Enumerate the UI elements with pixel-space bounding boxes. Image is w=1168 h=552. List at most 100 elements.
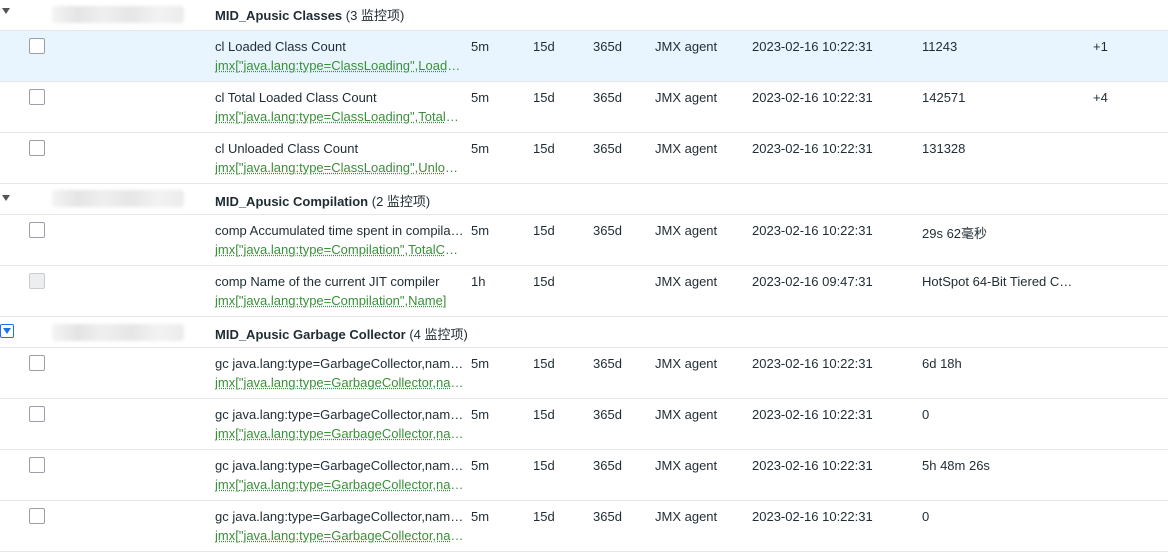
row-checkbox[interactable] bbox=[29, 38, 45, 54]
group-header: MID_Apusic Compilation (2 监控项) bbox=[0, 184, 1168, 215]
item-last-check: 2023-02-16 10:22:31 bbox=[752, 509, 873, 524]
item-key[interactable]: jmx["java.lang:type=GarbageCollector,nam… bbox=[215, 426, 465, 441]
item-key[interactable]: jmx["java.lang:type=GarbageCollector,nam… bbox=[215, 375, 465, 390]
item-change: +4 bbox=[1093, 90, 1108, 105]
group-title: MID_Apusic Classes (3 监控项) bbox=[215, 5, 404, 24]
item-last-check: 2023-02-16 10:22:31 bbox=[752, 356, 873, 371]
table-row[interactable]: comp Accumulated time spent in compilati… bbox=[0, 215, 1168, 266]
item-trends: 365d bbox=[593, 223, 622, 238]
item-trends: 365d bbox=[593, 39, 622, 54]
item-name[interactable]: comp Accumulated time spent in compilati… bbox=[215, 223, 465, 238]
item-last-check: 2023-02-16 10:22:31 bbox=[752, 39, 873, 54]
group-title: MID_Apusic Garbage Collector (4 监控项) bbox=[215, 324, 468, 343]
table-row[interactable]: comp Name of the current JIT compiler jm… bbox=[0, 266, 1168, 317]
table-row[interactable]: gc java.lang:type=GarbageCollector,name=… bbox=[0, 399, 1168, 450]
row-checkbox[interactable] bbox=[29, 140, 45, 156]
item-trends: 365d bbox=[593, 141, 622, 156]
item-last-check: 2023-02-16 09:47:31 bbox=[752, 274, 873, 289]
item-type: JMX agent bbox=[655, 223, 718, 238]
group-name: MID_Apusic Classes bbox=[215, 8, 343, 23]
item-key[interactable]: jmx["java.lang:type=ClassLoading",Unload… bbox=[215, 160, 465, 175]
table-row[interactable]: cl Loaded Class Count jmx["java.lang:typ… bbox=[0, 31, 1168, 82]
group-title: MID_Apusic Compilation (2 监控项) bbox=[215, 191, 430, 210]
item-name[interactable]: gc java.lang:type=GarbageCollector,name=… bbox=[215, 458, 465, 473]
collapse-toggle-button[interactable] bbox=[0, 324, 14, 338]
item-key[interactable]: jmx["java.lang:type=ClassLoading",Loaded… bbox=[215, 58, 465, 73]
item-interval: 5m bbox=[471, 458, 490, 473]
item-key[interactable]: jmx["java.lang:type=GarbageCollector,nam… bbox=[215, 528, 465, 543]
item-name[interactable]: gc java.lang:type=GarbageCollector,name=… bbox=[215, 356, 465, 371]
item-name[interactable]: cl Total Loaded Class Count bbox=[215, 90, 465, 105]
item-key[interactable]: jmx["java.lang:type=Compilation",TotalCo… bbox=[215, 242, 465, 257]
item-history: 15d bbox=[533, 356, 555, 371]
item-name[interactable]: gc java.lang:type=GarbageCollector,name=… bbox=[215, 407, 465, 422]
item-interval: 5m bbox=[471, 407, 490, 422]
group-name: MID_Apusic Compilation bbox=[215, 194, 369, 209]
collapse-arrow-icon bbox=[3, 328, 11, 334]
latest-data-table: MID_Apusic Classes (3 监控项) cl Loaded Cla… bbox=[0, 0, 1168, 552]
item-last-value: 11243 bbox=[922, 39, 958, 54]
item-name[interactable]: comp Name of the current JIT compiler bbox=[215, 274, 465, 289]
row-checkbox[interactable] bbox=[29, 355, 45, 371]
item-type: JMX agent bbox=[655, 274, 718, 289]
item-trends: 365d bbox=[593, 90, 622, 105]
collapse-arrow-icon[interactable] bbox=[2, 195, 10, 201]
item-key[interactable]: jmx["java.lang:type=GarbageCollector,nam… bbox=[215, 477, 465, 492]
item-history: 15d bbox=[533, 509, 555, 524]
collapse-arrow-icon[interactable] bbox=[2, 8, 10, 14]
table-row[interactable]: cl Total Loaded Class Count jmx["java.la… bbox=[0, 82, 1168, 133]
item-type: JMX agent bbox=[655, 39, 718, 54]
host-name-blurred bbox=[52, 6, 184, 23]
item-last-value: HotSpot 64-Bit Tiered Compilers bbox=[922, 274, 1078, 289]
group-header: MID_Apusic Classes (3 监控项) bbox=[0, 0, 1168, 31]
item-interval: 5m bbox=[471, 90, 490, 105]
item-history: 15d bbox=[533, 274, 555, 289]
item-last-value: 142571 bbox=[922, 90, 966, 105]
item-interval: 5m bbox=[471, 223, 490, 238]
item-last-check: 2023-02-16 10:22:31 bbox=[752, 223, 873, 238]
item-history: 15d bbox=[533, 141, 555, 156]
row-checkbox[interactable] bbox=[29, 222, 45, 238]
host-name-blurred bbox=[52, 190, 184, 207]
item-name[interactable]: cl Loaded Class Count bbox=[215, 39, 465, 54]
group-header: MID_Apusic Garbage Collector (4 监控项) bbox=[0, 317, 1168, 348]
group-count: (4 监控项) bbox=[409, 327, 468, 342]
item-interval: 5m bbox=[471, 509, 490, 524]
table-row[interactable]: gc java.lang:type=GarbageCollector,name=… bbox=[0, 501, 1168, 552]
table-row[interactable]: gc java.lang:type=GarbageCollector,name=… bbox=[0, 348, 1168, 399]
item-last-check: 2023-02-16 10:22:31 bbox=[752, 90, 873, 105]
item-last-value: 0 bbox=[922, 407, 930, 422]
item-type: JMX agent bbox=[655, 458, 718, 473]
item-key[interactable]: jmx["java.lang:type=ClassLoading",TotalL… bbox=[215, 109, 465, 124]
group-count: (3 监控项) bbox=[345, 8, 405, 23]
item-key[interactable]: jmx["java.lang:type=Compilation",Name] bbox=[215, 293, 465, 308]
group-count: (2 监控项) bbox=[371, 194, 431, 209]
item-last-value: 5h 48m 26s bbox=[922, 458, 990, 473]
table-row[interactable]: gc java.lang:type=GarbageCollector,name=… bbox=[0, 450, 1168, 501]
row-checkbox[interactable] bbox=[29, 457, 45, 473]
row-checkbox[interactable] bbox=[29, 89, 45, 105]
row-checkbox-disabled bbox=[29, 273, 45, 289]
host-name-blurred bbox=[52, 324, 184, 341]
item-history: 15d bbox=[533, 223, 555, 238]
item-last-value: 0 bbox=[922, 509, 930, 524]
item-last-value: 6d 18h bbox=[922, 356, 962, 371]
item-history: 15d bbox=[533, 90, 555, 105]
group-name: MID_Apusic Garbage Collector bbox=[215, 327, 406, 342]
item-last-check: 2023-02-16 10:22:31 bbox=[752, 458, 873, 473]
table-row[interactable]: cl Unloaded Class Count jmx["java.lang:t… bbox=[0, 133, 1168, 184]
item-name[interactable]: cl Unloaded Class Count bbox=[215, 141, 465, 156]
item-trends: 365d bbox=[593, 458, 622, 473]
item-history: 15d bbox=[533, 39, 555, 54]
row-checkbox[interactable] bbox=[29, 406, 45, 422]
item-name[interactable]: gc java.lang:type=GarbageCollector,name=… bbox=[215, 509, 465, 524]
item-type: JMX agent bbox=[655, 407, 718, 422]
item-last-check: 2023-02-16 10:22:31 bbox=[752, 141, 873, 156]
item-change: +1 bbox=[1093, 39, 1108, 54]
row-checkbox[interactable] bbox=[29, 508, 45, 524]
item-interval: 5m bbox=[471, 39, 490, 54]
item-type: JMX agent bbox=[655, 141, 718, 156]
item-type: JMX agent bbox=[655, 90, 718, 105]
item-trends: 365d bbox=[593, 407, 622, 422]
item-interval: 5m bbox=[471, 141, 490, 156]
